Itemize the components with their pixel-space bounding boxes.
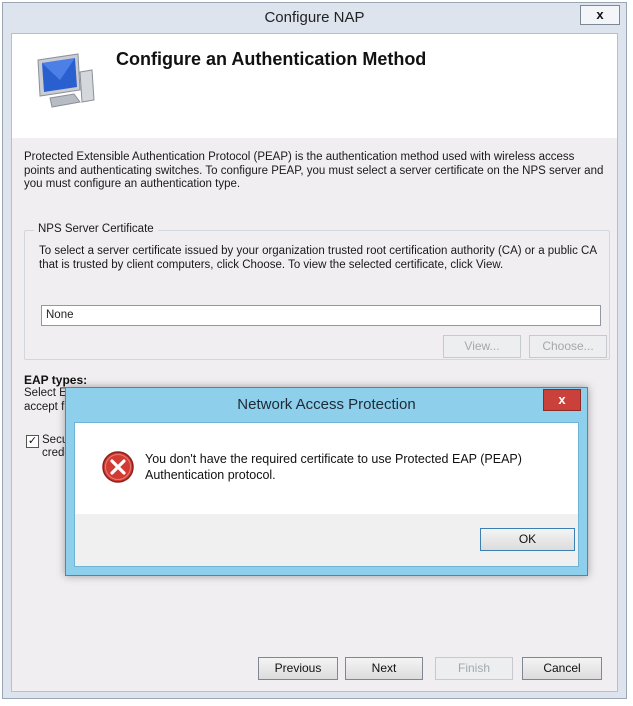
eap-description-line: Select E — [24, 387, 67, 399]
wizard-client-area: Configure an Authentication Method Prote… — [11, 33, 618, 692]
certificate-field[interactable]: None — [41, 305, 601, 326]
eap-description: Select E accept f — [24, 387, 67, 414]
window-close-button[interactable]: x — [580, 5, 620, 25]
title-bar: Configure NAP x — [3, 3, 626, 33]
certificate-description: To select a server certificate issued by… — [39, 245, 597, 271]
choose-button[interactable]: Choose... — [529, 335, 607, 358]
dialog-close-button[interactable]: x — [543, 389, 581, 411]
wizard-header: Configure an Authentication Method — [12, 34, 617, 138]
eap-checkbox[interactable]: ✓ — [26, 435, 39, 448]
cancel-button[interactable]: Cancel — [522, 657, 602, 680]
eap-types-heading: EAP types: — [24, 373, 88, 387]
view-button[interactable]: View... — [443, 335, 521, 358]
computer-monitor-icon — [30, 52, 100, 115]
intro-text: Protected Extensible Authentication Prot… — [24, 151, 604, 190]
dialog-footer: OK — [75, 514, 578, 566]
dialog-title: Network Access Protection — [237, 396, 416, 413]
dialog-body: You don't have the required certificate … — [74, 422, 579, 567]
group-legend: NPS Server Certificate — [34, 223, 158, 235]
previous-button[interactable]: Previous — [258, 657, 338, 680]
next-button[interactable]: Next — [345, 657, 423, 680]
ok-button[interactable]: OK — [480, 528, 575, 551]
error-icon — [101, 450, 135, 489]
finish-button[interactable]: Finish — [435, 657, 513, 680]
nps-server-certificate-group: NPS Server Certificate To select a serve… — [24, 223, 610, 360]
window-title: Configure NAP — [264, 9, 365, 26]
eap-description-line: accept f — [24, 400, 65, 413]
configure-nap-window: Configure NAP x Configure an Authenticat… — [2, 2, 627, 699]
network-access-protection-dialog: Network Access Protection x You don't ha… — [65, 387, 588, 576]
dialog-message: You don't have the required certificate … — [145, 452, 522, 482]
page-title: Configure an Authentication Method — [116, 49, 427, 69]
